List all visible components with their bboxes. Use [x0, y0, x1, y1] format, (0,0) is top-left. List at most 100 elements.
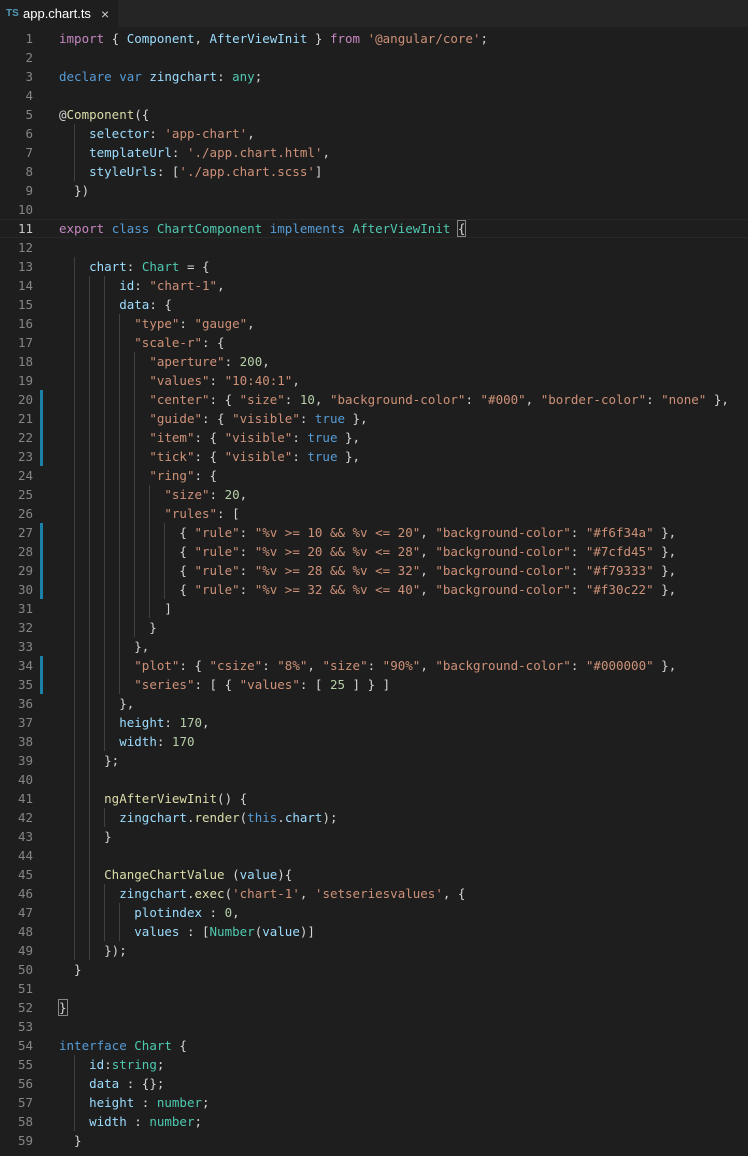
code-editor[interactable]: 1 import { Component, AfterViewInit } fro…	[0, 29, 748, 1156]
code-token: :	[646, 392, 662, 407]
code-line[interactable]: 22 "item": { "visible": true },	[0, 428, 748, 447]
line-number: 21	[17, 411, 33, 426]
code-line[interactable]: 49 });	[0, 941, 748, 960]
line-code: import { Component, AfterViewInit } from…	[59, 29, 488, 48]
code-line[interactable]: 45 ChangeChartValue (value){	[0, 865, 748, 884]
code-line[interactable]: 13 chart: Chart = {	[0, 257, 748, 276]
code-token: ,	[420, 658, 436, 673]
line-code: },	[59, 694, 134, 713]
code-line[interactable]: 31 ]	[0, 599, 748, 618]
code-token: Chart	[134, 1038, 172, 1053]
code-token: zingchart	[119, 810, 187, 825]
code-line[interactable]: 12	[0, 238, 748, 257]
code-line[interactable]: 24 "ring": {	[0, 466, 748, 485]
code-line[interactable]: 19 "values": "10:40:1",	[0, 371, 748, 390]
code-token: 'app-chart'	[164, 126, 248, 141]
code-token: "%v >= 20 && %v <= 28"	[254, 544, 421, 559]
code-token: (	[224, 886, 233, 901]
code-line[interactable]: 6 selector: 'app-chart',	[0, 124, 748, 143]
line-code: { "rule": "%v >= 20 && %v <= 28", "backg…	[59, 542, 676, 561]
line-number: 9	[25, 183, 33, 198]
code-line[interactable]: 39 };	[0, 751, 748, 770]
code-line[interactable]: 20 "center": { "size": 10, "background-c…	[0, 390, 748, 409]
code-line[interactable]: 5 @Component({	[0, 105, 748, 124]
code-line[interactable]: 43 }	[0, 827, 748, 846]
line-code: "item": { "visible": true },	[59, 428, 360, 447]
code-line[interactable]: 9 })	[0, 181, 748, 200]
code-line[interactable]: 55 id:string;	[0, 1055, 748, 1074]
line-number: 6	[25, 126, 33, 141]
code-line[interactable]: 23 "tick": { "visible": true },	[0, 447, 748, 466]
code-line[interactable]: 27 { "rule": "%v >= 10 && %v <= 20", "ba…	[0, 523, 748, 542]
code-line[interactable]: 34 "plot": { "csize": "8%", "size": "90%…	[0, 656, 748, 675]
code-line[interactable]: 3 declare var zingchart: any;	[0, 67, 748, 86]
code-line[interactable]: 51	[0, 979, 748, 998]
line-code: zingchart.render(this.chart);	[59, 808, 337, 827]
code-line[interactable]: 54 interface Chart {	[0, 1036, 748, 1055]
code-line[interactable]: 35 "series": [ { "values": [ 25 ] } ]	[0, 675, 748, 694]
code-line[interactable]: 48 values : [Number(value)]	[0, 922, 748, 941]
code-token: exec	[194, 886, 225, 901]
code-line[interactable]: 56 data : {};	[0, 1074, 748, 1093]
code-line[interactable]: 47 plotindex : 0,	[0, 903, 748, 922]
code-token: ,	[525, 392, 541, 407]
code-line[interactable]: 38 width: 170	[0, 732, 748, 751]
code-line[interactable]: 10	[0, 200, 748, 219]
code-line[interactable]: 25 "size": 20,	[0, 485, 748, 504]
line-code: zingchart.exec('chart-1', 'setseriesvalu…	[59, 884, 465, 903]
code-line[interactable]: 59 }	[0, 1131, 748, 1150]
code-token: }	[59, 1133, 82, 1148]
modified-line-marker	[40, 675, 43, 694]
code-token: Component	[66, 107, 135, 122]
code-line[interactable]: 58 width : number;	[0, 1112, 748, 1131]
code-line[interactable]: 41 ngAfterViewInit() {	[0, 789, 748, 808]
code-line[interactable]: 17 "scale-r": {	[0, 333, 748, 352]
code-line[interactable]: 42 zingchart.render(this.chart);	[0, 808, 748, 827]
code-token: ChangeChartValue	[104, 867, 225, 882]
code-token: "rule"	[194, 544, 240, 559]
code-line[interactable]: 14 id: "chart-1",	[0, 276, 748, 295]
code-line[interactable]: 11 export class ChartComponent implements…	[0, 219, 748, 238]
code-line[interactable]: 29 { "rule": "%v >= 28 && %v <= 32", "ba…	[0, 561, 748, 580]
code-line[interactable]: 50 }	[0, 960, 748, 979]
code-line[interactable]: 15 data: {	[0, 295, 748, 314]
code-line[interactable]: 18 "aperture": 200,	[0, 352, 748, 371]
indent-guide	[74, 846, 75, 865]
code-line[interactable]: 44	[0, 846, 748, 865]
code-token: "90%"	[382, 658, 421, 673]
code-token: "background-color"	[329, 392, 466, 407]
code-line[interactable]: 30 { "rule": "%v >= 32 && %v <= 40", "ba…	[0, 580, 748, 599]
code-line[interactable]: 26 "rules": [	[0, 504, 748, 523]
code-line[interactable]: 28 { "rule": "%v >= 20 && %v <= 28", "ba…	[0, 542, 748, 561]
code-line[interactable]: 21 "guide": { "visible": true },	[0, 409, 748, 428]
code-line[interactable]: 37 height: 170,	[0, 713, 748, 732]
code-line[interactable]: 57 height : number;	[0, 1093, 748, 1112]
line-number: 53	[17, 1019, 33, 1034]
code-line[interactable]: 53	[0, 1017, 748, 1036]
line-code: "scale-r": {	[59, 333, 224, 352]
code-line[interactable]: 4	[0, 86, 748, 105]
code-line[interactable]: 36 },	[0, 694, 748, 713]
code-token: Component	[126, 31, 195, 46]
code-line[interactable]: 33 },	[0, 637, 748, 656]
code-token: :	[126, 1114, 150, 1129]
code-line[interactable]: 8 styleUrls: ['./app.chart.scss']	[0, 162, 748, 181]
line-number: 38	[17, 734, 33, 749]
line-number: 54	[17, 1038, 33, 1053]
code-token: true	[307, 430, 338, 445]
code-line[interactable]: 52}	[0, 998, 748, 1017]
code-line[interactable]: 40	[0, 770, 748, 789]
code-line[interactable]: 46 zingchart.exec('chart-1', 'setseriesv…	[0, 884, 748, 903]
code-line[interactable]: 16 "type": "gauge",	[0, 314, 748, 333]
code-line[interactable]: 2	[0, 48, 748, 67]
close-icon[interactable]: ×	[101, 6, 109, 22]
code-line[interactable]: 7 templateUrl: './app.chart.html',	[0, 143, 748, 162]
tab-app-chart-ts[interactable]: TS app.chart.ts ×	[0, 0, 118, 27]
code-line[interactable]: 1 import { Component, AfterViewInit } fro…	[0, 29, 748, 48]
line-number: 44	[17, 848, 33, 863]
code-line[interactable]: 32 }	[0, 618, 748, 637]
